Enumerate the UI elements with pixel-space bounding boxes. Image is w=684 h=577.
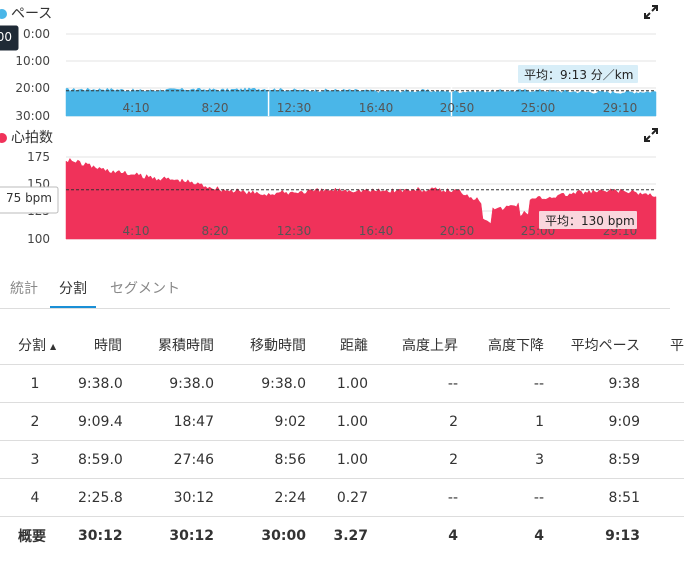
header-cumulative-time[interactable]: 累積時間: [130, 326, 222, 365]
y-tick-label: 30:00: [15, 109, 50, 123]
table-row: 2 9:09.4 18:47 9:02 1.00 2 1 9:09: [0, 402, 684, 441]
y-tick-label: 10:00: [15, 54, 50, 68]
sort-asc-icon: ▲: [50, 342, 57, 351]
table-cell: 9:38: [552, 364, 648, 403]
split-tabs: 統計 分割 セグメント: [0, 272, 670, 309]
x-tick-label: 16:40: [359, 101, 394, 115]
table-cell: 2:24: [222, 478, 314, 517]
table-summary-row: 概要 30:12 30:12 30:00 3.27 4 4 9:13: [0, 516, 684, 554]
x-tick-label: 16:40: [359, 224, 394, 238]
x-tick-label: 25:00: [521, 101, 556, 115]
table-cell: 4: [466, 516, 552, 554]
x-tick-label: 20:50: [440, 224, 475, 238]
y-tick-label: 175: [27, 150, 50, 164]
x-tick-label: 29:10: [603, 101, 638, 115]
table-cell: 9:09.4: [70, 402, 130, 441]
header-moving-time[interactable]: 移動時間: [222, 326, 314, 365]
table-cell: 9:09: [552, 402, 648, 441]
table-row: 3 8:59.0 27:46 8:56 1.00 2 3 8:59: [0, 440, 684, 479]
tab-splits[interactable]: 分割: [50, 278, 96, 308]
header-avg-more[interactable]: 平均: [648, 326, 684, 365]
header-avg-pace[interactable]: 平均ペース: [552, 326, 648, 365]
header-distance[interactable]: 距離: [314, 326, 376, 365]
header-elevation-loss[interactable]: 高度下降: [466, 326, 552, 365]
x-tick-label: 4:10: [123, 101, 150, 115]
table-cell: [648, 440, 684, 479]
average-label: 平均：9:13 分／km: [518, 65, 638, 83]
table-cell: 9:38.0: [222, 364, 314, 403]
table-cell: [648, 478, 684, 517]
hover-value-text: 00: [0, 30, 12, 44]
table-cell: 2: [0, 402, 70, 441]
tab-segments[interactable]: セグメント: [110, 278, 180, 306]
average-label-text: 平均：9:13 分／km: [524, 68, 633, 82]
table-cell: 1: [0, 364, 70, 403]
table-cell: 8:59: [552, 440, 648, 479]
pace-chart-plot: 0:00 10:00 20:00 30:00 4:10 8:20 12:30 16:40 20:…: [0, 25, 657, 123]
table-cell: 概要: [0, 516, 70, 554]
table-cell: 3: [466, 440, 552, 479]
table-cell: 2: [376, 440, 466, 479]
table-cell: 1.00: [314, 440, 376, 479]
hover-value-text: 75 bpm: [6, 191, 52, 205]
table-cell: 1.00: [314, 402, 376, 441]
heart-rate-chart: 心拍数 1751501251004:108:2012:3016:4020:502…: [0, 125, 684, 255]
x-tick-label: 12:30: [277, 101, 312, 115]
table-cell: 27:46: [130, 440, 222, 479]
header-elevation-gain[interactable]: 高度上昇: [376, 326, 466, 365]
table-cell: 8:56: [222, 440, 314, 479]
table-cell: 3: [0, 440, 70, 479]
hover-value-label: 00: [0, 25, 19, 51]
table-cell: 9:38.0: [70, 364, 130, 403]
splits-table: 分割▲ 時間 累積時間 移動時間 距離 高度上昇 高度下降 平均ペース 平均 1…: [0, 326, 684, 554]
table-row: 4 2:25.8 30:12 2:24 0.27 -- -- 8:51: [0, 478, 684, 517]
table-cell: 9:02: [222, 402, 314, 441]
pace-chart: ペース 0:00 10:00 20:00 30:00 4:10 8:20 12:30 16:4…: [0, 0, 684, 125]
table-cell: 30:12: [130, 516, 222, 554]
x-tick-label: 4:10: [123, 224, 150, 238]
table-cell: 4: [0, 478, 70, 517]
table-cell: 18:47: [130, 402, 222, 441]
x-tick-label: 8:20: [202, 101, 229, 115]
table-cell: 4: [376, 516, 466, 554]
table-cell: 30:12: [130, 478, 222, 517]
header-time[interactable]: 時間: [70, 326, 130, 365]
table-cell: 0.27: [314, 478, 376, 517]
average-label-text: 平均：130 bpm: [545, 214, 635, 228]
table-cell: --: [376, 478, 466, 517]
x-tick-label: 12:30: [277, 224, 312, 238]
table-cell: 8:51: [552, 478, 648, 517]
table-cell: 9:38.0: [130, 364, 222, 403]
table-cell: 8:59.0: [70, 440, 130, 479]
table-cell: 1: [466, 402, 552, 441]
y-tick-label: 0:00: [23, 27, 50, 41]
table-cell: [648, 402, 684, 441]
average-label: 平均：130 bpm: [539, 211, 637, 229]
x-tick-label: 20:50: [440, 101, 475, 115]
tab-stats[interactable]: 統計: [10, 278, 38, 306]
y-tick-label: 20:00: [15, 81, 50, 95]
x-tick-label: 8:20: [202, 224, 229, 238]
hover-value-label: 75 bpm: [0, 186, 59, 214]
table-cell: 3.27: [314, 516, 376, 554]
table-row: 1 9:38.0 9:38.0 9:38.0 1.00 -- -- 9:38: [0, 364, 684, 403]
table-cell: [648, 516, 684, 554]
table-header-row: 分割▲ 時間 累積時間 移動時間 距離 高度上昇 高度下降 平均ペース 平均: [0, 326, 684, 365]
table-cell: 1.00: [314, 364, 376, 403]
table-cell: 30:12: [70, 516, 130, 554]
table-cell: --: [466, 478, 552, 517]
table-cell: 9:13: [552, 516, 648, 554]
table-cell: [648, 364, 684, 403]
table-cell: 2:25.8: [70, 478, 130, 517]
hr-chart-plot: 1751501251004:108:2012:3016:4020:5025:00…: [0, 150, 657, 246]
y-tick-label: 100: [27, 232, 50, 246]
table-cell: 2: [376, 402, 466, 441]
table-cell: --: [466, 364, 552, 403]
table-cell: --: [376, 364, 466, 403]
header-split[interactable]: 分割 ▲: [0, 326, 70, 365]
table-cell: 30:00: [222, 516, 314, 554]
